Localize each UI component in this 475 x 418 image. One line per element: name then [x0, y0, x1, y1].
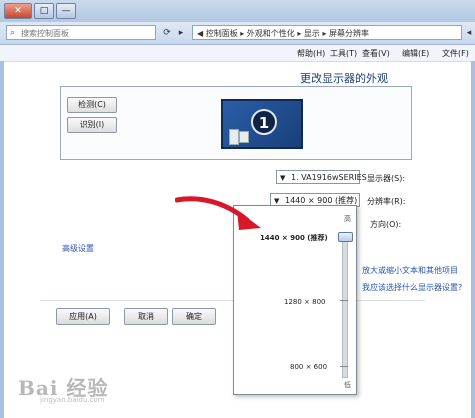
close-button[interactable]: ✕ — [4, 3, 32, 19]
orientation-label: 方向(O): — [370, 220, 402, 229]
window-border-right — [471, 61, 475, 418]
detect-button[interactable]: 检测(C) — [67, 97, 117, 113]
forward-button[interactable]: ▸ — [174, 26, 188, 40]
resolution-label: 分辨率(R): — [367, 197, 406, 206]
red-arrow-annotation — [175, 196, 261, 230]
display-select-value: 1. VA1916wSERIES — [291, 173, 367, 182]
resolution-option[interactable]: 1280 × 800 — [284, 298, 326, 306]
breadcrumb[interactable]: ◀ 控制面板 ▸ 外观和个性化 ▸ 显示 ▸ 屏幕分辨率 — [192, 25, 462, 40]
monitor-preview-panel: 检测(C) 识别(I) 1 — [60, 86, 412, 160]
resolution-option[interactable]: 800 × 600 — [290, 363, 327, 371]
slider-low-label: 低 — [344, 381, 351, 389]
monitor-decoration — [229, 129, 239, 145]
window-border-left — [0, 61, 4, 418]
menu-item-help[interactable]: 帮助(H) — [297, 48, 325, 59]
monitor-icon[interactable]: 1 — [221, 99, 303, 149]
display-settings-link[interactable]: 我应该选择什么显示器设置? — [362, 282, 462, 293]
display-label: 显示器(S): — [367, 174, 406, 183]
window-controls: ✕ □ — — [4, 3, 76, 19]
resolution-slider-thumb[interactable] — [338, 232, 353, 242]
menu-item-file[interactable]: 文件(F) — [442, 48, 469, 59]
menu-item-view[interactable]: 查看(V) — [362, 48, 390, 59]
menu-item-edit[interactable]: 编辑(E) — [402, 48, 429, 59]
identify-button[interactable]: 识别(I) — [67, 117, 117, 133]
menu-bar: 文件(F) 编辑(E) 查看(V) 工具(T) 帮助(H) — [0, 45, 475, 62]
address-bar-row: ⌕ 搜索控制面板 ⟳ ▸ ◀ 控制面板 ▸ 外观和个性化 ▸ 显示 ▸ 屏幕分辨… — [0, 22, 475, 45]
watermark-url: jingyan.baidu.com — [40, 396, 105, 404]
apply-button[interactable]: 应用(A) — [56, 308, 110, 325]
resolution-slider-track[interactable] — [342, 238, 348, 378]
advanced-settings-link[interactable]: 高级设置 — [62, 243, 94, 254]
resolution-option[interactable]: 1440 × 900 (推荐) — [260, 233, 328, 243]
search-input[interactable]: ⌕ 搜索控制面板 — [6, 25, 156, 40]
display-select[interactable]: ▼ 1. VA1916wSERIES — [276, 170, 367, 184]
menu-item-tools[interactable]: 工具(T) — [330, 48, 357, 59]
search-icon: ⌕ — [10, 28, 16, 38]
minimize-button[interactable]: — — [56, 3, 76, 19]
monitor-number: 1 — [251, 109, 277, 135]
slider-tick — [340, 300, 348, 301]
ok-button[interactable]: 确定 — [172, 308, 216, 325]
text-size-link[interactable]: 放大或缩小文本和其他项目 — [362, 265, 458, 276]
search-placeholder: 搜索控制面板 — [21, 29, 69, 38]
page-title: 更改显示器的外观 — [300, 72, 388, 85]
refresh-icon[interactable]: ⟳ — [160, 26, 174, 40]
chevron-down-icon: ▼ — [280, 174, 286, 182]
slider-high-label: 高 — [344, 215, 351, 223]
maximize-button[interactable]: □ — [34, 3, 54, 19]
cancel-button[interactable]: 取消 — [124, 308, 168, 325]
title-bar: ✕ □ — — [0, 0, 475, 23]
slider-tick — [340, 366, 348, 367]
resolution-select-value: 1440 × 900 (推荐) — [285, 196, 358, 205]
back-button[interactable]: ◂ — [462, 26, 475, 40]
monitor-decoration — [239, 131, 249, 143]
